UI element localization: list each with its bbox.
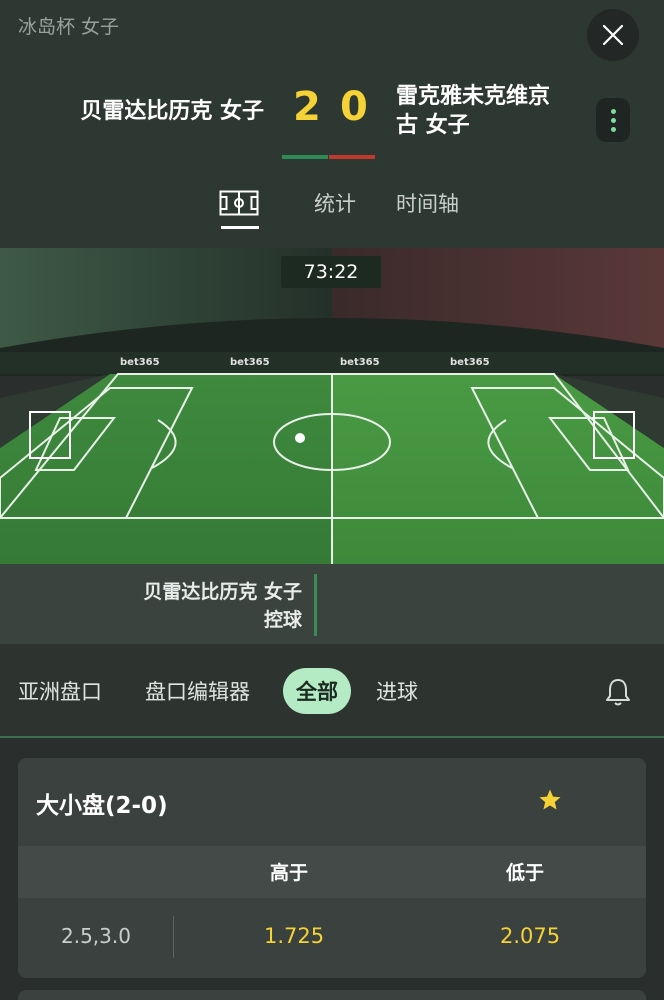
sponsor-board: bet365 — [450, 357, 490, 368]
sponsor-board: bet365 — [230, 357, 270, 368]
dot-icon — [610, 126, 616, 132]
possession-team: 贝雷达比历克 女子 — [143, 581, 302, 603]
handicap-line: 2.5,3.0 — [61, 924, 131, 948]
match-clock: 73:22 — [281, 256, 381, 288]
col-over-header: 高于 — [270, 862, 309, 884]
home-team-name: 贝雷达比历克 女子 — [80, 99, 264, 124]
possession-label: 控球 — [263, 609, 302, 631]
market-title: 大小盘(2-0) — [36, 793, 168, 819]
tab-stats[interactable]: 统计 — [314, 188, 356, 218]
bell-icon — [606, 679, 630, 706]
odds-under-button[interactable]: 2.075 — [500, 924, 560, 948]
tab-goals[interactable]: 进球 — [376, 676, 418, 706]
close-button[interactable] — [587, 9, 639, 61]
away-color-bar — [329, 155, 375, 159]
match-pitch-view: bet365 bet365 bet365 bet365 — [0, 248, 664, 564]
favorite-button[interactable] — [538, 788, 562, 812]
pitch-icon — [219, 190, 259, 216]
possession-info: 贝雷达比历克 女子 控球 — [100, 578, 302, 634]
away-team-name: 雷克雅未克维京古 女子 — [396, 84, 551, 138]
bell-button[interactable] — [604, 677, 632, 707]
competition-title: 冰岛杯 女子 — [18, 16, 120, 38]
ball-icon — [295, 433, 305, 443]
dot-icon — [610, 117, 616, 123]
more-options-button[interactable] — [596, 98, 630, 142]
close-icon — [602, 24, 624, 46]
dot-icon — [610, 108, 616, 114]
next-market-card — [18, 990, 646, 1000]
star-icon — [539, 789, 561, 810]
sponsor-board: bet365 — [120, 357, 160, 368]
odds-over-button[interactable]: 1.725 — [264, 924, 324, 948]
tab-timeline[interactable]: 时间轴 — [396, 188, 459, 218]
tab-asian-handicap[interactable]: 亚洲盘口 — [18, 676, 102, 706]
col-under-header: 低于 — [506, 862, 545, 884]
away-score: 0 — [340, 84, 368, 130]
tab-all[interactable]: 全部 — [283, 668, 351, 714]
sponsor-board: bet365 — [340, 357, 380, 368]
home-color-bar — [282, 155, 328, 159]
tab-market-editor[interactable]: 盘口编辑器 — [145, 676, 250, 706]
odds-header-row — [18, 846, 646, 898]
market-card-over-under: 大小盘(2-0) 高于 低于 2.5,3.0 1.725 2.075 — [18, 758, 646, 978]
active-tab-indicator — [221, 226, 259, 229]
divider — [173, 916, 174, 958]
home-score: 2 — [293, 84, 321, 130]
possession-indicator — [314, 574, 317, 636]
tab-pitch[interactable] — [219, 190, 259, 230]
